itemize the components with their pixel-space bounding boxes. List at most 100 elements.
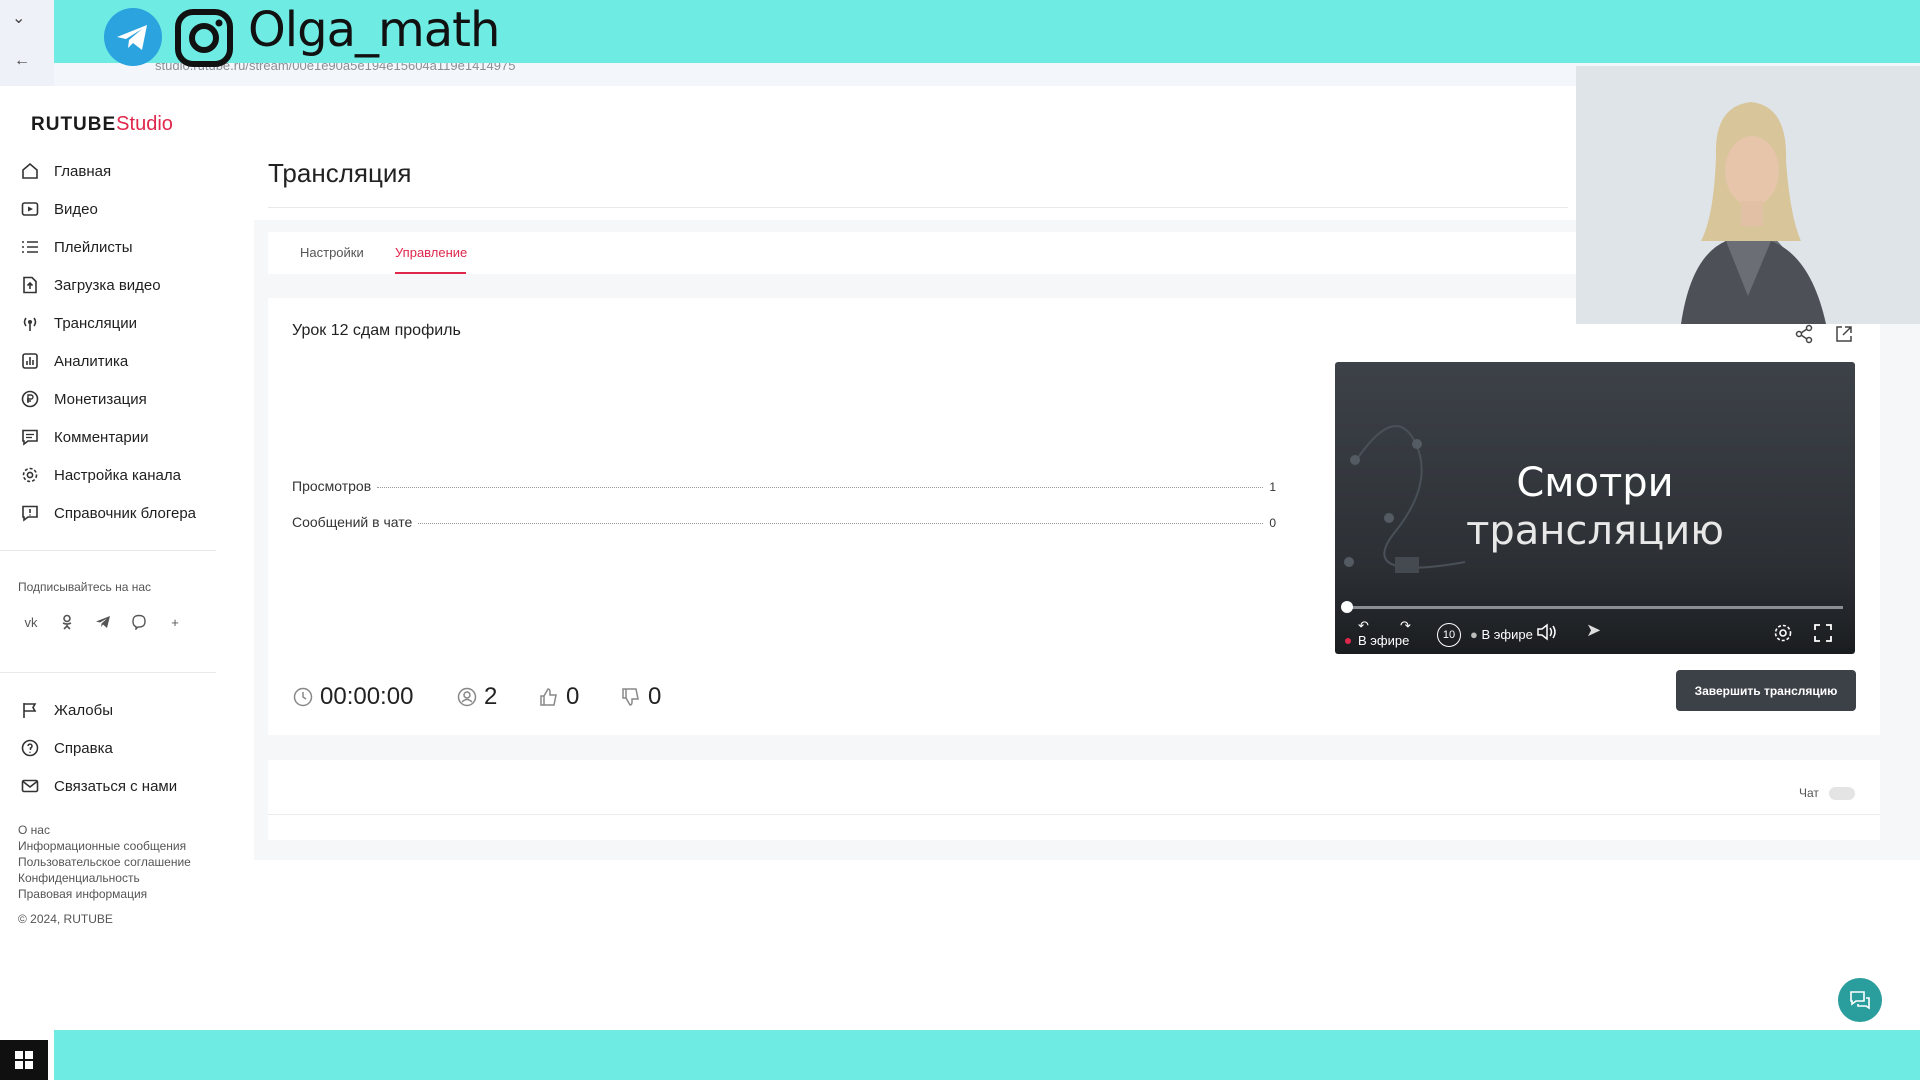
support-chat-button[interactable]	[1838, 978, 1882, 1022]
sidebar-item-streams[interactable]: Трансляции	[20, 308, 220, 338]
seek-bar[interactable]	[1347, 606, 1843, 609]
footer-link-terms[interactable]: Пользовательское соглашение	[18, 855, 191, 869]
windows-icon	[15, 1051, 33, 1069]
fullscreen-icon[interactable]	[1813, 623, 1833, 646]
browser-chrome	[0, 0, 54, 86]
banner-brand-text: Olga_math	[248, 2, 500, 58]
volume-icon[interactable]	[1536, 623, 1558, 644]
rewind-icon[interactable]: ↶	[1358, 618, 1369, 634]
stat-label: Сообщений в чате	[292, 514, 413, 530]
viber-icon[interactable]	[128, 611, 150, 633]
sidebar-divider	[0, 672, 216, 673]
playlist-icon	[20, 237, 40, 257]
mail-icon	[20, 776, 40, 796]
back-icon[interactable]: ←	[14, 52, 30, 70]
sidebar-item-home[interactable]: Главная	[20, 156, 220, 186]
telegram-logo-icon	[104, 8, 162, 66]
webcam-overlay	[1576, 66, 1920, 324]
clock-icon	[292, 686, 314, 708]
stat-chat-messages: Сообщений в чате 0	[292, 514, 1276, 530]
player-headline-1: Смотри	[1516, 460, 1674, 506]
thumbs-down-icon	[620, 686, 642, 708]
footer-link-info[interactable]: Информационные сообщения	[18, 839, 186, 853]
flag-icon	[20, 700, 40, 720]
ruble-icon	[20, 389, 40, 409]
sidebar-item-label: Справка	[54, 739, 113, 757]
ok-icon[interactable]	[56, 611, 78, 633]
viewers-count: 2	[456, 683, 497, 711]
sidebar-item-playlists[interactable]: Плейлисты	[20, 232, 220, 262]
telegram-icon[interactable]	[92, 611, 114, 633]
footer-link-privacy[interactable]: Конфиденциальность	[18, 871, 140, 885]
end-stream-button[interactable]: Завершить трансляцию	[1676, 670, 1856, 711]
guide-icon	[20, 503, 40, 523]
sidebar-item-label: Комментарии	[54, 428, 149, 446]
tab-settings[interactable]: Настройки	[300, 245, 364, 260]
sidebar-item-video[interactable]: Видео	[20, 194, 220, 224]
tab-dropdown-icon[interactable]: ⌄	[12, 8, 25, 28]
chat-toggle[interactable]	[1829, 787, 1855, 800]
subscribe-label: Подписывайтесь на нас	[18, 580, 152, 594]
sidebar-item-label: Плейлисты	[54, 238, 133, 256]
sidebar-item-channel-settings[interactable]: Настройка канала	[20, 460, 220, 490]
sidebar-item-upload[interactable]: Загрузка видео	[20, 270, 220, 300]
instagram-logo-icon	[174, 8, 234, 68]
seek-handle[interactable]	[1341, 601, 1353, 613]
gear-icon	[20, 465, 40, 485]
live-indicator-dot	[1345, 638, 1351, 644]
stat-label: Просмотров	[292, 478, 372, 494]
player-headline-2: трансляцию	[1466, 508, 1724, 554]
chat-label: Чат	[1799, 786, 1819, 800]
sidebar-item-label: Загрузка видео	[54, 276, 161, 294]
stream-timer: 00:00:00	[292, 683, 413, 711]
sidebar-item-monetization[interactable]: Монетизация	[20, 384, 220, 414]
help-icon	[20, 738, 40, 758]
video-icon	[20, 199, 40, 219]
sidebar-divider	[0, 550, 216, 551]
sidebar-item-contact[interactable]: Связаться с нами	[20, 771, 220, 801]
sidebar-item-label: Видео	[54, 200, 98, 218]
rutube-studio-logo[interactable]: RUTUBEStudio	[31, 113, 173, 136]
sidebar-item-label: Трансляции	[54, 314, 138, 332]
dislikes-count: 0	[620, 683, 661, 711]
chat-divider	[268, 814, 1880, 815]
sidebar-item-label: Справочник блогера	[54, 504, 197, 522]
broadcast-icon	[20, 313, 40, 333]
sidebar-item-analytics[interactable]: Аналитика	[20, 346, 220, 376]
viewer-icon	[456, 686, 478, 708]
start-button[interactable]	[0, 1040, 48, 1080]
sidebar-item-label: Аналитика	[54, 352, 129, 370]
header-divider	[268, 207, 1568, 208]
sidebar-item-blogger-guide[interactable]: Справочник блогера	[20, 498, 220, 528]
vk-icon[interactable]: vk	[20, 611, 42, 633]
active-tab-indicator	[395, 272, 466, 274]
comment-icon	[20, 427, 40, 447]
sidebar-item-complaints[interactable]: Жалобы	[20, 695, 220, 725]
upload-icon	[20, 275, 40, 295]
sidebar-item-help[interactable]: Справка	[20, 733, 220, 763]
copyright: © 2024, RUTUBE	[18, 912, 113, 926]
sidebar-item-label: Жалобы	[54, 701, 113, 719]
home-icon	[20, 161, 40, 181]
live-label: В эфире	[1358, 633, 1410, 648]
forward-icon[interactable]: ↷	[1400, 618, 1411, 634]
bottom-banner	[54, 1030, 1920, 1080]
plus-icon[interactable]: +	[164, 611, 186, 633]
thumbs-up-icon	[538, 686, 560, 708]
stat-value: 1	[1269, 480, 1276, 494]
page-title: Трансляция	[268, 158, 412, 188]
likes-count: 0	[538, 683, 579, 711]
player-settings-icon[interactable]	[1773, 623, 1793, 646]
share-icon[interactable]	[1794, 324, 1814, 349]
tab-management[interactable]: Управление	[395, 245, 467, 260]
footer-link-about[interactable]: О нас	[18, 823, 50, 837]
cursor-pointer-icon: ➤	[1586, 620, 1602, 640]
stat-value: 0	[1269, 516, 1276, 530]
skip-10-icon[interactable]: 10	[1437, 623, 1461, 647]
sidebar-item-label: Связаться с нами	[54, 777, 178, 795]
open-external-icon[interactable]	[1834, 324, 1854, 349]
sidebar-item-label: Главная	[54, 162, 112, 180]
sidebar-item-comments[interactable]: Комментарии	[20, 422, 220, 452]
sidebar-item-label: Монетизация	[54, 390, 147, 408]
footer-link-legal[interactable]: Правовая информация	[18, 887, 147, 901]
